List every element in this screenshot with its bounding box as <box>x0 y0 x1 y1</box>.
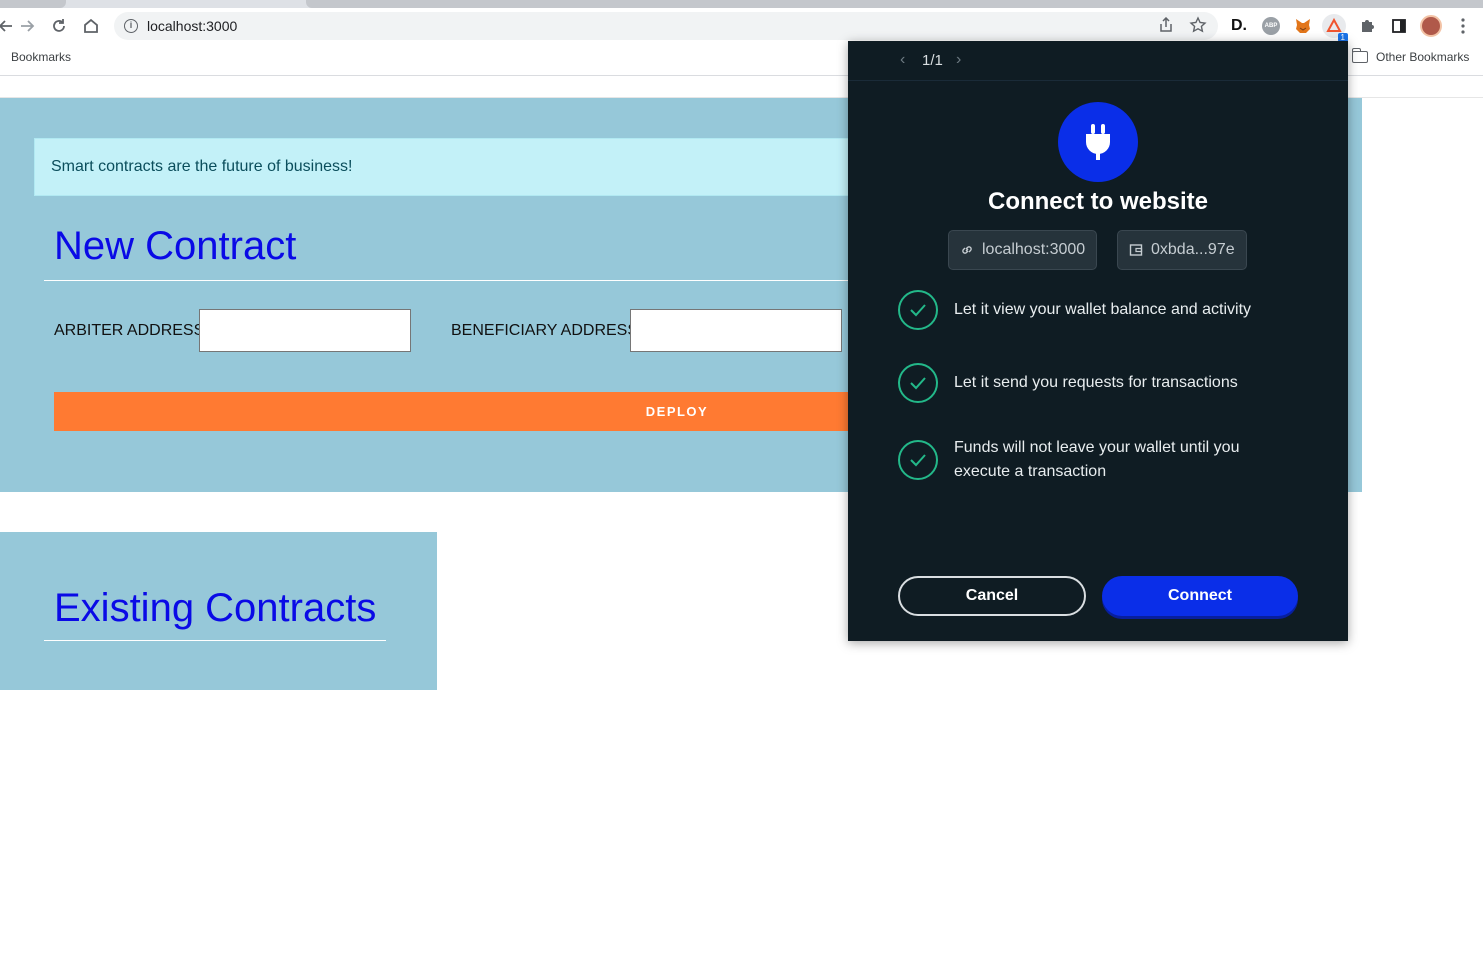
request-count: 1/1 <box>922 52 943 69</box>
permission-item: Let it view your wallet balance and acti… <box>898 290 1318 330</box>
permission-item: Funds will not leave your wallet until y… <box>898 439 1318 488</box>
tab[interactable] <box>306 0 1483 8</box>
wallet-extension-icon[interactable]: 1 <box>1322 14 1348 42</box>
permission-text: Let it view your wallet balance and acti… <box>954 301 1252 318</box>
forward-icon[interactable] <box>13 12 41 40</box>
title-divider <box>44 640 386 641</box>
side-panel-icon[interactable] <box>1387 14 1411 38</box>
metamask-fox-icon[interactable] <box>1291 14 1315 38</box>
new-contract-title: New Contract <box>54 224 297 268</box>
adblock-extension-icon[interactable]: ABP <box>1259 14 1283 38</box>
account-chip-text: 0xbda...97e <box>1151 241 1235 258</box>
more-menu-icon[interactable] <box>1451 14 1475 38</box>
browser-toolbar: i localhost:3000 D. ABP 1 <box>0 8 1483 44</box>
popup-title: Connect to website <box>987 188 1209 215</box>
folder-icon <box>1352 48 1368 63</box>
profile-avatar[interactable] <box>1419 14 1443 38</box>
chevron-right-icon[interactable]: › <box>956 51 961 69</box>
plug-icon <box>1058 102 1138 182</box>
link-icon <box>962 246 972 254</box>
check-icon <box>898 363 938 403</box>
share-icon[interactable] <box>1158 16 1174 38</box>
bookmark-star-icon[interactable] <box>1189 16 1207 39</box>
cancel-button[interactable]: Cancel <box>898 576 1086 616</box>
arbiter-label: ARBITER ADDRESS <box>54 322 205 339</box>
beneficiary-label: BENEFICIARY ADDRESS <box>451 322 639 339</box>
other-bookmarks-label: Other Bookmarks <box>1376 50 1470 64</box>
home-icon[interactable] <box>77 12 105 40</box>
site-info-icon[interactable]: i <box>124 19 138 33</box>
wallet-connect-popup: ‹ 1/1 › Connect to website localhost:300… <box>848 41 1348 641</box>
tab[interactable] <box>0 0 66 8</box>
connect-button[interactable]: Connect <box>1102 576 1298 616</box>
arbiter-address-input[interactable] <box>199 309 411 352</box>
dashlane-extension-icon[interactable]: D. <box>1227 14 1251 38</box>
check-icon <box>898 440 938 480</box>
existing-contracts-section: Existing Contracts <box>0 532 437 690</box>
chevron-left-icon[interactable]: ‹ <box>900 51 905 69</box>
extensions-puzzle-icon[interactable] <box>1355 14 1379 38</box>
beneficiary-address-input[interactable] <box>630 309 842 352</box>
alert-text: Smart contracts are the future of busine… <box>51 158 353 175</box>
other-bookmarks-folder[interactable]: Other Bookmarks <box>1352 48 1470 64</box>
request-pager: ‹ 1/1 › <box>848 41 1348 81</box>
title-divider <box>44 280 864 281</box>
site-chip-text: localhost:3000 <box>982 241 1086 258</box>
site-chip: localhost:3000 <box>948 230 1098 270</box>
bookmarks-folder[interactable]: Bookmarks <box>11 50 71 64</box>
check-icon <box>898 290 938 330</box>
info-alert: Smart contracts are the future of busine… <box>34 138 904 196</box>
permission-text: Funds will not leave your wallet until y… <box>954 439 1240 480</box>
wallet-icon <box>1129 244 1143 256</box>
existing-contracts-title: Existing Contracts <box>54 586 377 630</box>
reload-icon[interactable] <box>45 12 73 40</box>
address-bar[interactable]: i localhost:3000 <box>114 12 1218 40</box>
permission-text: Let it send you requests for transaction… <box>954 374 1238 391</box>
url-text: localhost:3000 <box>147 18 238 34</box>
permission-item: Let it send you requests for transaction… <box>898 363 1318 403</box>
account-chip: 0xbda...97e <box>1117 230 1247 270</box>
